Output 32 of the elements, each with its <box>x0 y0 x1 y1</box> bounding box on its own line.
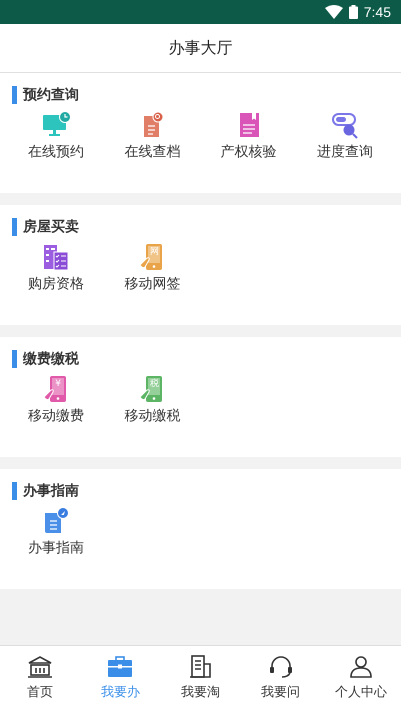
battery-icon <box>348 5 358 19</box>
service-label[interactable]: 购房资格 <box>28 275 84 293</box>
service-label[interactable]: 在线预约 <box>28 143 84 161</box>
section-title: 办事指南 <box>23 482 79 500</box>
service-label[interactable]: 产权核验 <box>220 143 277 161</box>
service-label[interactable]: 移动网签 <box>124 275 180 293</box>
section-title: 预约查询 <box>23 86 79 104</box>
page-title: 办事大厅 <box>168 38 232 58</box>
tab-item[interactable]: 我要淘 <box>160 646 241 710</box>
section-marker <box>12 86 17 104</box>
person-icon <box>348 655 374 679</box>
section-title: 房屋买卖 <box>23 218 79 236</box>
tab-item[interactable]: 首页 <box>0 646 80 710</box>
building-icon <box>188 655 214 679</box>
service-label[interactable]: 移动缴税 <box>124 407 180 425</box>
tab-item[interactable]: 我要问 <box>240 646 321 710</box>
status-time: 7:45 <box>364 4 391 20</box>
section-marker <box>12 350 17 368</box>
headset-icon <box>268 655 294 679</box>
service-label[interactable]: 进度查询 <box>316 143 373 161</box>
service-label[interactable]: 在线查档 <box>124 143 180 161</box>
bank-icon <box>27 655 54 679</box>
service-label[interactable]: 移动缴费 <box>28 407 84 425</box>
tab-item[interactable]: 个人中心 <box>320 646 401 710</box>
section-marker <box>12 482 17 500</box>
service-label[interactable]: 办事指南 <box>28 539 84 557</box>
wifi-icon <box>324 5 343 19</box>
section-marker <box>12 218 17 236</box>
progress-search-icon[interactable] <box>330 111 360 139</box>
briefcase-icon <box>107 655 134 679</box>
section-title: 缴费缴税 <box>23 350 79 368</box>
monitor-clock-icon[interactable] <box>41 111 72 139</box>
